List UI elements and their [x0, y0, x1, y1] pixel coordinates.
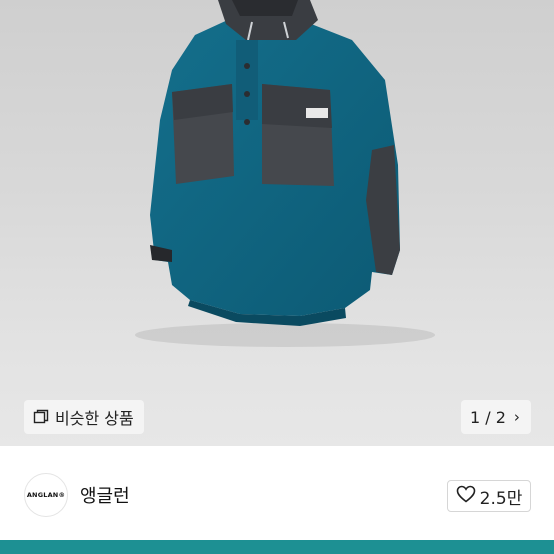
- like-count: 2.5만: [479, 488, 523, 509]
- similar-products-label: 비슷한 상품: [55, 409, 134, 428]
- copy-square-icon: [33, 409, 49, 425]
- shop-logo-text: ANGLAN®: [26, 491, 66, 499]
- product-image[interactable]: [0, 0, 554, 446]
- shop-logo[interactable]: ANGLAN®: [24, 473, 68, 517]
- shop-name[interactable]: 앵글런: [80, 482, 130, 508]
- pager-text: 1 / 2: [470, 407, 506, 427]
- section-divider: [0, 446, 554, 456]
- jacket-illustration: [135, 0, 435, 347]
- chevron-right-icon: ›: [513, 408, 520, 426]
- like-button[interactable]: 2.5만: [447, 480, 531, 512]
- image-pager-button[interactable]: 1 / 2 ›: [461, 400, 531, 434]
- similar-products-button[interactable]: 비슷한 상품: [24, 400, 144, 434]
- heart-icon: [456, 485, 476, 508]
- bottom-image-strip: [0, 540, 554, 554]
